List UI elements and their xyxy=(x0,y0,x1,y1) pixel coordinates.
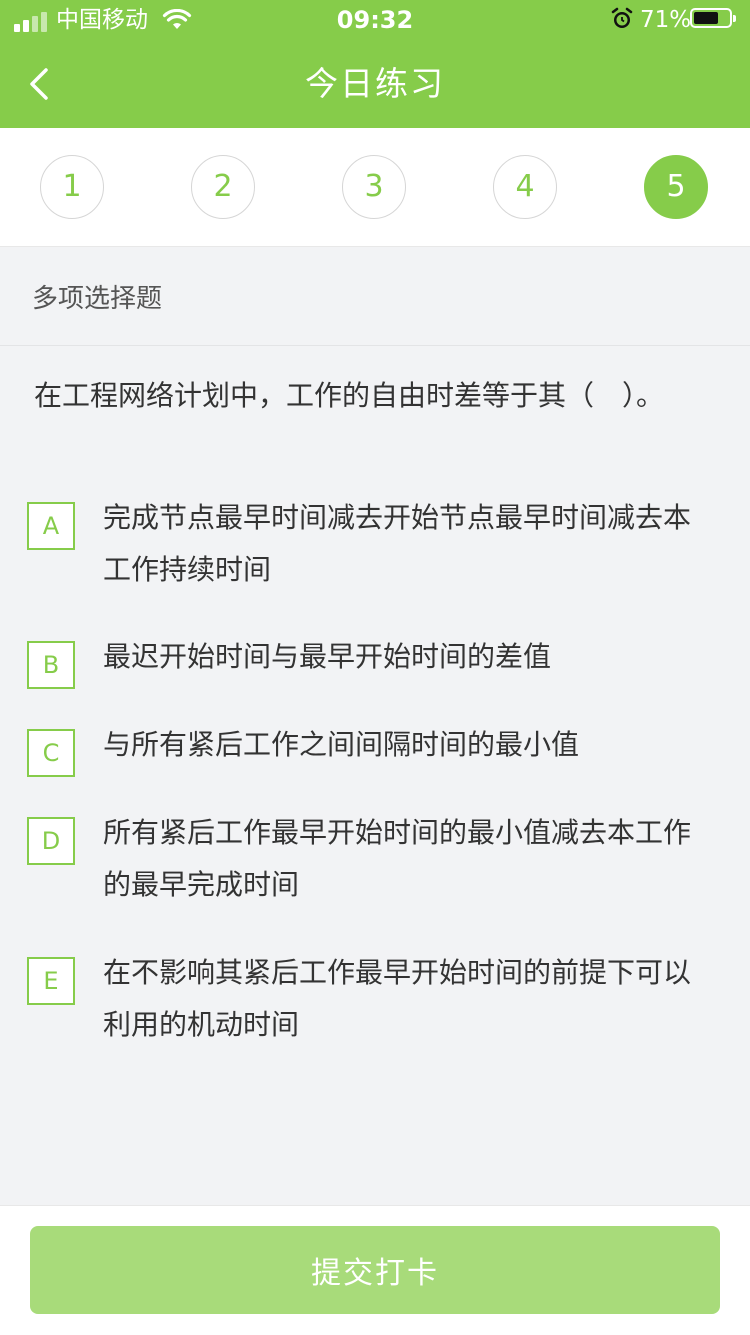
question-tab-3[interactable]: 3 xyxy=(342,155,406,219)
option-text: 与所有紧后工作之间间隔时间的最小值 xyxy=(103,728,580,761)
option-letter: A xyxy=(27,502,75,550)
option-text: 在不影响其紧后工作最早开始时间的前提下可以利用的机动时间 xyxy=(103,956,692,1041)
question-tab-1[interactable]: 1 xyxy=(40,155,104,219)
option-letter: B xyxy=(27,641,75,689)
option-letter: E xyxy=(27,957,75,1005)
status-bar: 中国移动 09:32 71% xyxy=(0,0,750,40)
app-header: 中国移动 09:32 71% 今日练习 xyxy=(0,0,750,128)
battery-percent: 71% xyxy=(640,7,692,33)
option-text: 最迟开始时间与最早开始时间的差值 xyxy=(103,640,552,673)
question-type-row: 多项选择题 xyxy=(0,247,750,346)
option-text: 所有紧后工作最早开始时间的最小值减去本工作的最早完成时间 xyxy=(103,816,692,901)
option-text: 完成节点最早时间减去开始节点最早时间减去本工作持续时间 xyxy=(103,501,692,586)
alarm-icon xyxy=(611,7,633,28)
question-tab-4[interactable]: 4 xyxy=(493,155,557,219)
option-letter: D xyxy=(27,817,75,865)
option-letter: C xyxy=(27,729,75,777)
submit-checkin-button[interactable]: 提交打卡 xyxy=(30,1226,720,1314)
question-stem: 在工程网络计划中，工作的自由时差等于其（ ）。 xyxy=(34,379,665,412)
question-tab-2[interactable]: 2 xyxy=(191,155,255,219)
footer-bar: 提交打卡 xyxy=(0,1205,750,1335)
page-title: 今日练习 xyxy=(305,64,445,103)
question-tabs: 1 2 3 4 5 xyxy=(0,128,750,247)
status-time: 09:32 xyxy=(336,6,414,34)
battery-icon xyxy=(690,8,736,28)
question-tab-5[interactable]: 5 xyxy=(644,155,708,219)
question-type-label: 多项选择题 xyxy=(32,284,163,314)
